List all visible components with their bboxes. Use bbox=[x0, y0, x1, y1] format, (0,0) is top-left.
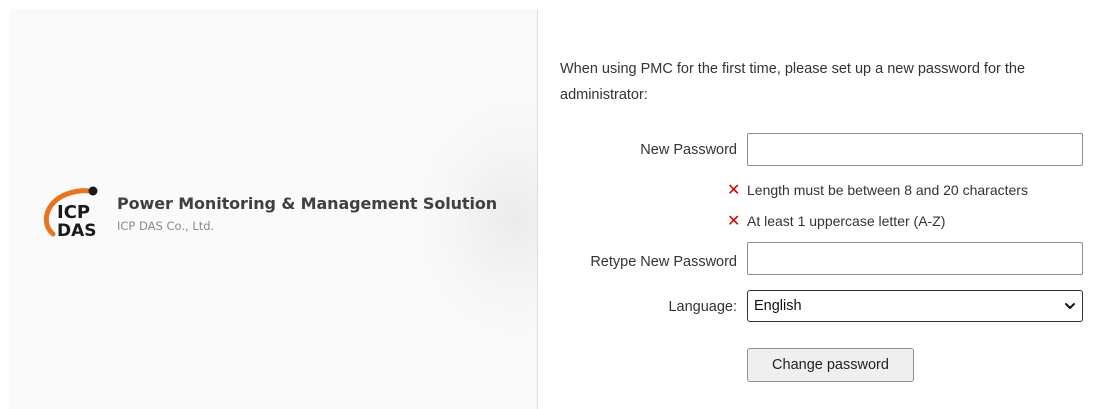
language-select[interactable]: English bbox=[747, 290, 1083, 322]
retype-password-input[interactable] bbox=[747, 242, 1083, 275]
retype-password-label: Retype New Password bbox=[590, 254, 737, 270]
rule-text: At least 1 uppercase letter (A-Z) bbox=[747, 212, 946, 229]
new-password-label: New Password bbox=[640, 142, 737, 158]
language-label: Language: bbox=[668, 299, 737, 315]
brand-text: Power Monitoring & Management Solution I… bbox=[117, 194, 497, 233]
company-name: ICP DAS Co., Ltd. bbox=[117, 218, 215, 233]
logo-text-das: DAS bbox=[57, 221, 97, 241]
change-password-button[interactable]: Change password bbox=[747, 348, 914, 382]
chevron-down-icon bbox=[1065, 303, 1075, 309]
x-mark-icon: ✕ bbox=[727, 180, 741, 199]
intro-text: When using PMC for the first time, pleas… bbox=[560, 61, 1026, 103]
brand-panel: ICP DAS Power Monitoring & Management So… bbox=[9, 9, 538, 409]
icp-das-logo: ICP DAS bbox=[37, 184, 117, 242]
brand-block: ICP DAS Power Monitoring & Management So… bbox=[37, 184, 497, 242]
logo-text-icp: ICP bbox=[57, 202, 90, 223]
x-mark-icon: ✕ bbox=[727, 211, 741, 230]
language-selected-value: English bbox=[754, 298, 802, 314]
product-title: Power Monitoring & Management Solution bbox=[117, 193, 498, 213]
login-panel: ICP DAS Power Monitoring & Management So… bbox=[9, 9, 1098, 409]
password-rule-uppercase: ✕ At least 1 uppercase letter (A-Z) bbox=[727, 211, 945, 230]
new-password-input[interactable] bbox=[747, 133, 1083, 166]
password-rule-length: ✕ Length must be between 8 and 20 charac… bbox=[727, 180, 1028, 199]
rule-text: Length must be between 8 and 20 characte… bbox=[747, 181, 1028, 198]
password-form: When using PMC for the first time, pleas… bbox=[560, 9, 1090, 409]
